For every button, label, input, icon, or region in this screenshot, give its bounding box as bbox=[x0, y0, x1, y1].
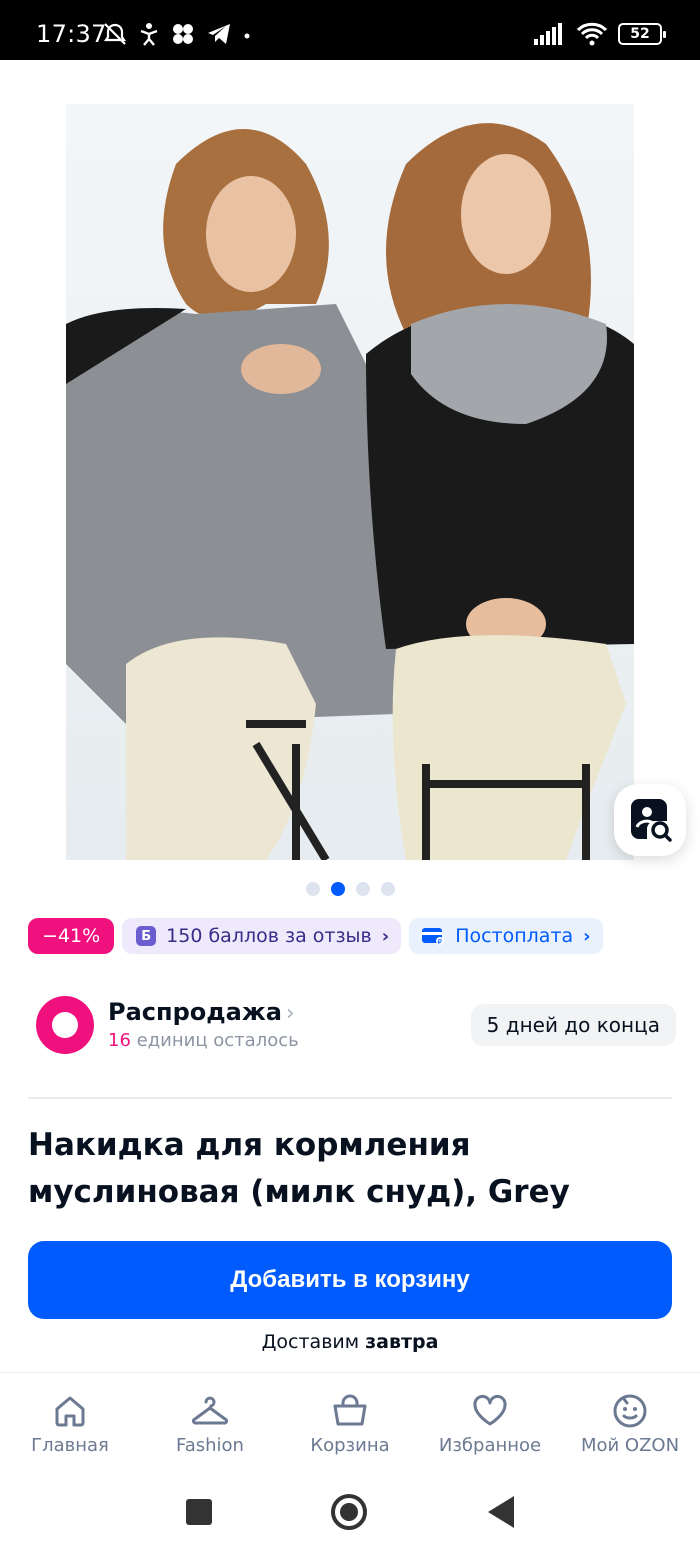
status-icons-right: 52 bbox=[534, 22, 666, 46]
sale-deadline-badge: 5 дней до конца bbox=[470, 1004, 676, 1046]
status-bar: 17:37 52 bbox=[0, 0, 700, 60]
chevron-right-icon: › bbox=[285, 1001, 295, 1026]
gallery-dot[interactable] bbox=[355, 882, 370, 896]
home-icon bbox=[55, 1396, 85, 1427]
hanger-icon bbox=[192, 1396, 228, 1425]
nav-label: Главная bbox=[31, 1435, 109, 1456]
sale-remaining: 16 единиц осталось bbox=[108, 1030, 299, 1051]
flower-icon bbox=[173, 24, 193, 44]
review-points-badge[interactable]: Б 150 баллов за отзыв › bbox=[122, 918, 402, 954]
home-button[interactable] bbox=[331, 1494, 367, 1530]
battery-level: 52 bbox=[630, 26, 650, 42]
nav-item-cart[interactable]: Корзина bbox=[280, 1373, 420, 1472]
heart-icon bbox=[473, 1394, 507, 1426]
review-points-label: 150 баллов за отзыв bbox=[166, 925, 372, 947]
mute-icon bbox=[103, 23, 127, 45]
postpay-badge[interactable]: ₽ Постоплата › bbox=[409, 918, 603, 954]
back-button[interactable] bbox=[488, 1496, 514, 1528]
gallery-dot[interactable] bbox=[305, 882, 320, 896]
postpay-label: Постоплата bbox=[455, 925, 574, 947]
sale-logo-icon bbox=[36, 996, 94, 1054]
nav-label: Корзина bbox=[310, 1435, 390, 1456]
image-search-icon bbox=[631, 799, 672, 842]
battery-icon: 52 bbox=[618, 23, 666, 45]
sale-row[interactable]: Распродажа › 16 единиц осталось 5 дней до… bbox=[36, 996, 676, 1056]
status-time: 17:37 bbox=[36, 20, 107, 48]
system-nav-bar bbox=[0, 1472, 700, 1556]
basket-icon bbox=[333, 1394, 367, 1426]
sale-count: 16 bbox=[108, 1030, 131, 1051]
product-photo bbox=[66, 123, 634, 860]
chevron-right-icon: › bbox=[583, 925, 591, 947]
dot-icon bbox=[244, 33, 250, 39]
bottom-nav: Главная Fashion Корзина Избранное Мой OZ… bbox=[0, 1372, 700, 1472]
telegram-icon bbox=[208, 24, 230, 44]
nav-label: Fashion bbox=[176, 1435, 244, 1456]
divider bbox=[28, 1097, 672, 1099]
status-icons-left bbox=[102, 22, 252, 46]
smiley-icon bbox=[613, 1394, 647, 1428]
signal-icon bbox=[534, 23, 562, 45]
product-title: Накидка для кормления муслиновая (милк с… bbox=[28, 1127, 570, 1210]
nav-item-favorites[interactable]: Избранное bbox=[420, 1373, 560, 1472]
nav-item-fashion[interactable]: Fashion bbox=[140, 1373, 280, 1472]
gallery-dot[interactable] bbox=[380, 882, 395, 896]
nav-label: Избранное bbox=[438, 1435, 542, 1456]
visual-search-button[interactable] bbox=[614, 784, 686, 856]
add-to-cart-button[interactable]: Добавить в корзину bbox=[28, 1241, 672, 1319]
accessibility-icon bbox=[140, 23, 158, 46]
svg-text:₽: ₽ bbox=[438, 938, 443, 946]
wifi-icon bbox=[576, 22, 608, 46]
points-icon: Б bbox=[136, 926, 157, 946]
delivery-info: Доставим завтра bbox=[261, 1331, 439, 1353]
gallery-pagination bbox=[0, 882, 700, 896]
badges-row: −41% Б 150 баллов за отзыв › ₽ Постоплат… bbox=[28, 918, 603, 954]
nav-label: Мой OZON bbox=[580, 1435, 680, 1456]
card-icon: ₽ bbox=[422, 928, 445, 946]
product-image[interactable] bbox=[66, 104, 634, 860]
sale-title: Распродажа › bbox=[108, 998, 295, 1026]
gallery-dot-active[interactable] bbox=[330, 882, 345, 896]
nav-item-home[interactable]: Главная bbox=[0, 1373, 140, 1472]
discount-badge: −41% bbox=[28, 918, 115, 954]
recents-button[interactable] bbox=[186, 1499, 212, 1525]
nav-item-profile[interactable]: Мой OZON bbox=[560, 1373, 700, 1472]
chevron-right-icon: › bbox=[381, 925, 390, 947]
